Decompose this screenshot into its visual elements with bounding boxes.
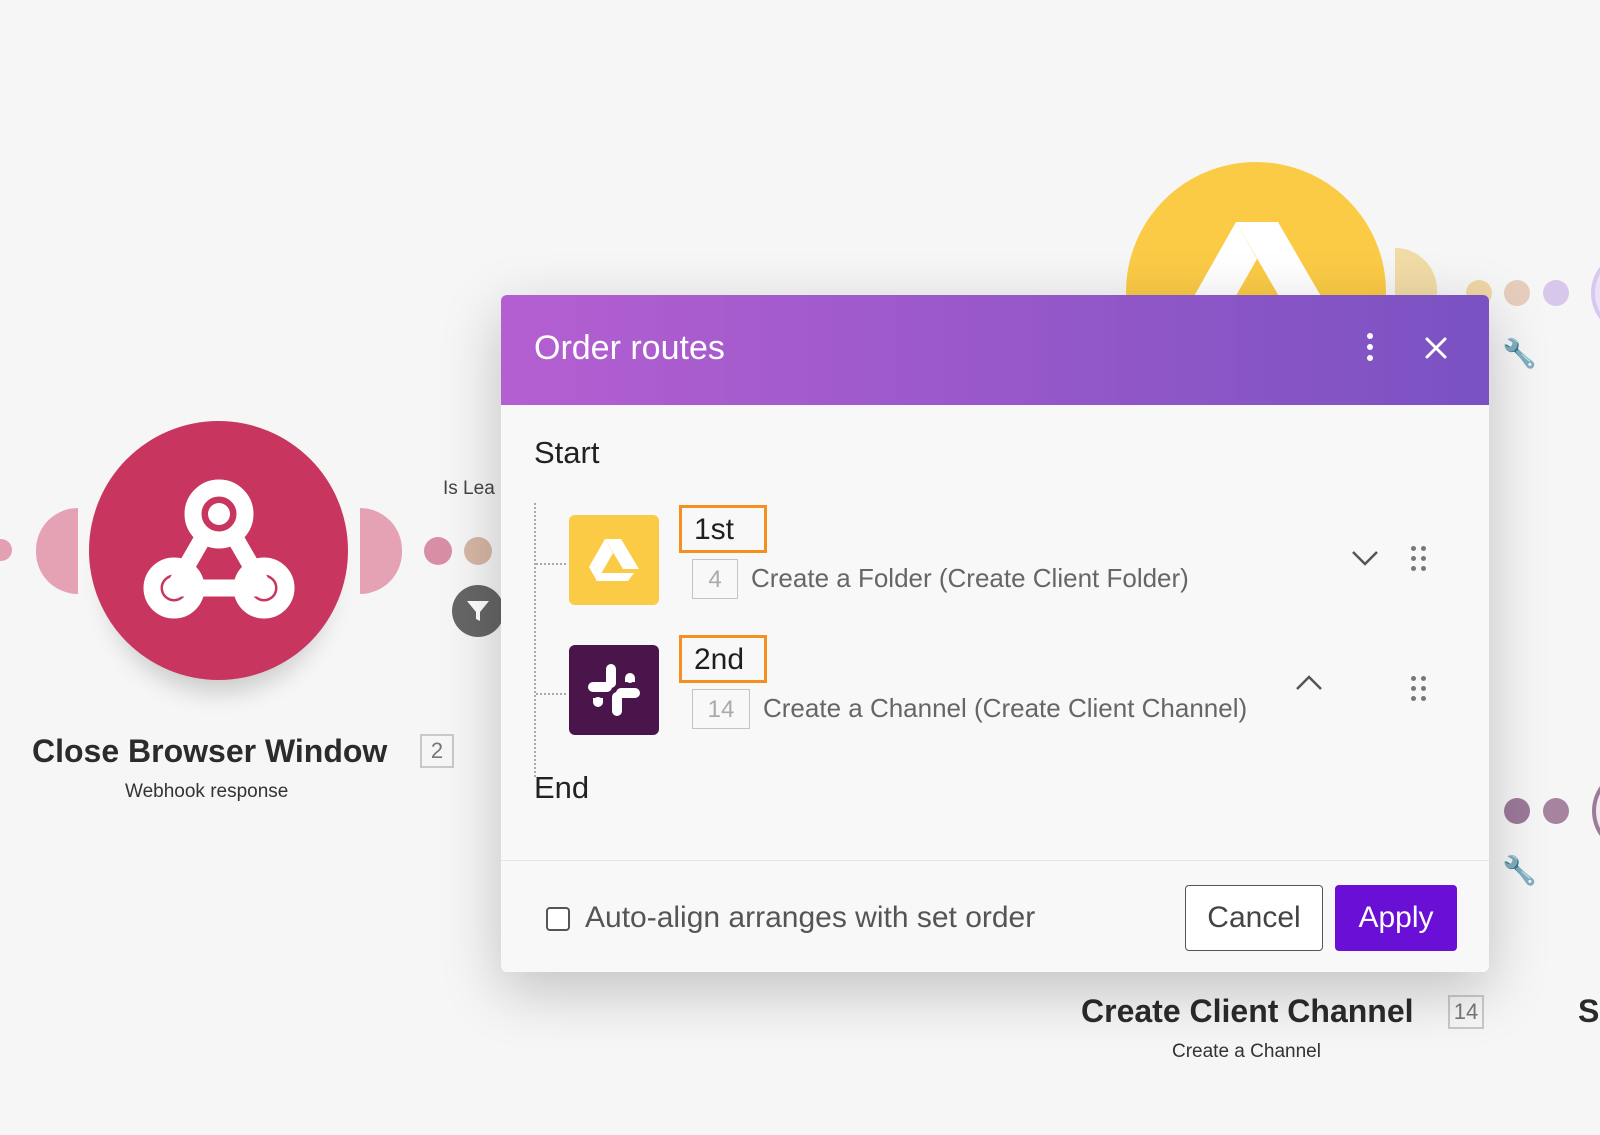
node-handle-left[interactable]	[36, 508, 78, 594]
module-number: 14	[692, 689, 750, 729]
drag-handle-icon[interactable]	[1411, 546, 1429, 572]
node-title: Close Browser Window	[32, 733, 388, 769]
next-node-edge[interactable]	[1592, 768, 1600, 854]
route-filter[interactable]	[452, 585, 504, 637]
route-order-label: 1st	[679, 505, 767, 553]
dialog-footer: Auto-align arranges with set order Cance…	[501, 860, 1489, 972]
module-number: 4	[692, 559, 738, 599]
route-description: Create a Channel (Create Client Channel)	[763, 693, 1248, 723]
route-item[interactable]: 2nd 14 Create a Channel (Create Client C…	[501, 635, 1489, 745]
route-label[interactable]: Is Lea	[443, 478, 495, 500]
node-subtitle: Create a Channel	[1172, 1041, 1321, 1062]
cancel-button[interactable]: Cancel	[1185, 885, 1323, 951]
chevron-down-icon[interactable]	[1350, 547, 1380, 569]
webhook-node[interactable]	[89, 421, 348, 680]
route-item[interactable]: 1st 4 Create a Folder (Create Client Fol…	[501, 505, 1489, 615]
auto-align-checkbox[interactable]	[546, 907, 570, 931]
start-label: Start	[534, 435, 600, 470]
connector-dot	[1504, 280, 1530, 306]
webhook-icon	[143, 479, 294, 618]
next-node-edge[interactable]	[1591, 250, 1600, 336]
google-drive-icon	[569, 515, 659, 605]
end-label: End	[534, 770, 590, 805]
wrench-icon[interactable]: 🔧	[1502, 337, 1537, 370]
chevron-up-icon[interactable]	[1294, 672, 1324, 694]
connector-dot	[424, 537, 452, 565]
node-count-badge: 2	[420, 734, 454, 768]
dialog-header: Order routes	[501, 295, 1489, 405]
connector-dot	[1543, 280, 1569, 306]
route-description: Create a Folder (Create Client Folder)	[751, 563, 1189, 593]
node-count-badge: 14	[1448, 995, 1484, 1029]
close-icon[interactable]	[1419, 331, 1453, 365]
node-title: Create Client Channel	[1081, 993, 1414, 1029]
auto-align-label[interactable]: Auto-align arranges with set order	[585, 901, 1035, 935]
order-routes-dialog: Order routes Start 1st 4 Create a Folder…	[501, 295, 1489, 972]
node-handle-right[interactable]	[360, 508, 402, 594]
connector-dot	[1504, 798, 1530, 824]
dialog-title: Order routes	[534, 329, 725, 367]
connector-dot	[1543, 798, 1569, 824]
filter-icon	[467, 601, 489, 621]
node-subtitle: Webhook response	[125, 781, 289, 802]
route-order-label: 2nd	[679, 635, 767, 683]
connector-dot	[0, 539, 12, 561]
apply-button[interactable]: Apply	[1335, 885, 1457, 951]
connector-dot	[464, 537, 492, 565]
drag-handle-icon[interactable]	[1411, 676, 1429, 702]
more-vertical-icon[interactable]	[1363, 333, 1377, 367]
node-title-partial: S	[1578, 993, 1600, 1029]
slack-icon	[569, 645, 659, 735]
wrench-icon[interactable]: 🔧	[1502, 854, 1537, 887]
